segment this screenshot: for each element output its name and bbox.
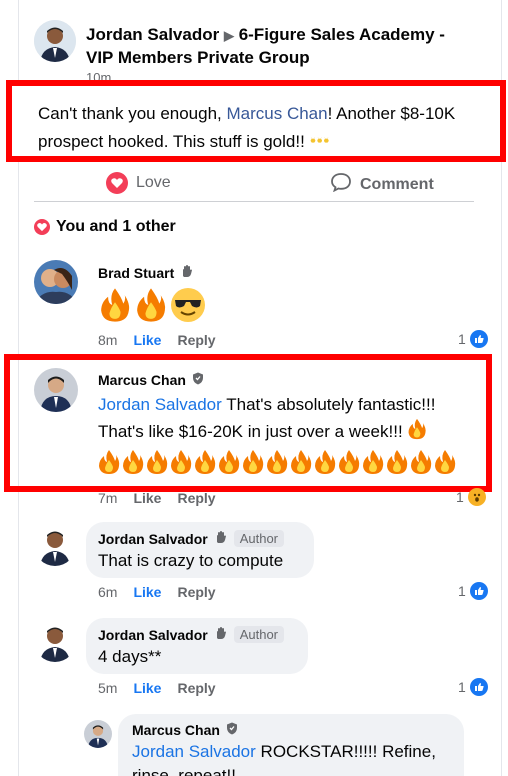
comment-actions: 5m Like Reply (98, 680, 216, 696)
wow-reaction-icon (467, 488, 486, 506)
reaction-count-value: 1 (458, 679, 466, 695)
waving-hand-icon (214, 530, 228, 547)
raising-hands-emoji (310, 132, 330, 151)
comment-text-line1: That's absolutely fantastic!!! (221, 395, 436, 414)
comment-time[interactable]: 8m (98, 332, 117, 348)
shield-icon (192, 372, 204, 388)
reactions-summary[interactable]: You and 1 other (34, 218, 176, 236)
comment-jordan-salvador-1: Jordan Salvador Author That is crazy to … (34, 522, 488, 608)
comment-marcus-chan: Marcus Chan Jordan Salvador That's absol… (34, 364, 486, 514)
reply-marcus-chan: Marcus Chan Jordan Salvador ROCKSTAR!!!!… (84, 714, 474, 776)
reaction-count-value: 1 (458, 331, 466, 347)
jordan-salvador-avatar[interactable] (34, 524, 76, 566)
comment-bubble: Marcus Chan Jordan Salvador That's absol… (88, 366, 474, 478)
author-badge: Author (233, 626, 285, 643)
waving-hand-icon (214, 626, 228, 643)
comment-text: Jordan Salvador That's absolutely fantas… (98, 392, 474, 445)
comment-actions: 6m Like Reply (98, 584, 216, 600)
comment-reaction-count[interactable]: 1 (458, 678, 488, 696)
mention-marcus-chan[interactable]: Marcus Chan (227, 104, 328, 123)
post-body: Can't thank you enough, Marcus Chan! Ano… (38, 100, 498, 156)
post-title: Jordan Salvador ▶ 6-Figure Sales Academy… (86, 24, 476, 69)
comment-author: Jordan Salvador Author (98, 530, 285, 547)
comment-label: Comment (360, 175, 434, 193)
comment-reaction-count[interactable]: 1 (456, 488, 486, 506)
comment-author-name[interactable]: Brad Stuart (98, 265, 174, 281)
fire-emoji (137, 288, 166, 322)
comment-reply-button[interactable]: Reply (177, 332, 215, 348)
comment-bubble: Jordan Salvador Author 4 days** (86, 618, 308, 674)
shield-icon (226, 722, 238, 738)
comment-reaction-count[interactable]: 1 (458, 330, 488, 348)
sunglasses-emoji (171, 288, 205, 322)
comment-button[interactable]: Comment (330, 172, 434, 197)
marcus-chan-avatar[interactable] (84, 720, 112, 748)
comment-time[interactable]: 7m (98, 490, 117, 506)
comment-jordan-salvador-2: Jordan Salvador Author 4 days** 5m Like … (34, 618, 488, 704)
waving-hand-icon (180, 264, 194, 281)
comment-author-name[interactable]: Jordan Salvador (98, 531, 208, 547)
post-header: Jordan Salvador ▶ 6-Figure Sales Academy… (34, 14, 474, 84)
heart-icon (106, 172, 128, 194)
fire-emoji (408, 418, 427, 440)
mention-jordan-salvador[interactable]: Jordan Salvador (98, 395, 222, 414)
comment-icon (330, 172, 352, 197)
comment-text-line2: rinse, repeat!! (132, 766, 236, 776)
comment-text-line2: That's like $16-20K in just over a week!… (98, 422, 403, 441)
author-badge: Author (233, 530, 285, 547)
comment-time[interactable]: 6m (98, 584, 117, 600)
like-reaction-icon (469, 582, 488, 600)
comment-author-name[interactable]: Jordan Salvador (98, 627, 208, 643)
comment-author-name[interactable]: Marcus Chan (132, 722, 220, 738)
comment-text: That is crazy to compute (98, 551, 284, 570)
comment-actions: 8m Like Reply (98, 332, 216, 348)
comment-author: Brad Stuart (98, 264, 206, 281)
marcus-chan-avatar[interactable] (34, 368, 78, 412)
comment-reaction-count[interactable]: 1 (458, 582, 488, 600)
highlight-box-post: Can't thank you enough, Marcus Chan! Ano… (6, 80, 506, 162)
comment-author: Marcus Chan (98, 372, 474, 388)
reactions-summary-text: You and 1 other (56, 218, 176, 235)
comment-author-name[interactable]: Marcus Chan (98, 372, 186, 388)
comment-reply-button[interactable]: Reply (177, 490, 215, 506)
fire-emoji (101, 288, 130, 322)
jordan-salvador-avatar[interactable] (34, 620, 76, 662)
love-reaction-icon (34, 219, 50, 235)
comment-actions: 7m Like Reply (98, 490, 216, 506)
post-action-bar: Love Comment (34, 166, 474, 202)
comment-text-line1: ROCKSTAR!!!!! Refine, (255, 742, 436, 761)
comment-like-button[interactable]: Like (133, 584, 161, 600)
reaction-count-value: 1 (458, 583, 466, 599)
mention-jordan-salvador[interactable]: Jordan Salvador (132, 742, 256, 761)
comment-text: 4 days** (98, 647, 162, 666)
like-reaction-icon (469, 678, 488, 696)
comment-author: Marcus Chan (132, 722, 462, 738)
comment-reply-button[interactable]: Reply (177, 584, 215, 600)
love-button[interactable]: Love (106, 172, 171, 194)
comment-bubble: Marcus Chan Jordan Salvador ROCKSTAR!!!!… (118, 714, 464, 776)
comment-text: Jordan Salvador ROCKSTAR!!!!! Refine, ri… (132, 740, 462, 776)
comment-author: Jordan Salvador Author (98, 626, 285, 643)
brad-stuart-avatar[interactable] (34, 260, 78, 304)
post-author-name[interactable]: Jordan Salvador (86, 25, 219, 44)
author-avatar[interactable] (34, 20, 76, 62)
reaction-count-value: 1 (456, 489, 464, 505)
comment-like-button[interactable]: Like (133, 332, 161, 348)
comment-bubble: Jordan Salvador Author That is crazy to … (86, 522, 314, 578)
comment-brad-stuart: Brad Stuart 8m Like Reply 1 (34, 256, 488, 356)
like-reaction-icon (469, 330, 488, 348)
comment-emojis (98, 287, 206, 323)
comment-reply-button[interactable]: Reply (177, 680, 215, 696)
arrow-right-icon: ▶ (223, 28, 234, 43)
post-text-start: Can't thank you enough, (38, 104, 227, 123)
comment-like-button[interactable]: Like (133, 490, 161, 506)
love-label: Love (136, 174, 171, 191)
comment-like-button[interactable]: Like (133, 680, 161, 696)
comment-time[interactable]: 5m (98, 680, 117, 696)
fire-emoji-row (98, 449, 474, 475)
